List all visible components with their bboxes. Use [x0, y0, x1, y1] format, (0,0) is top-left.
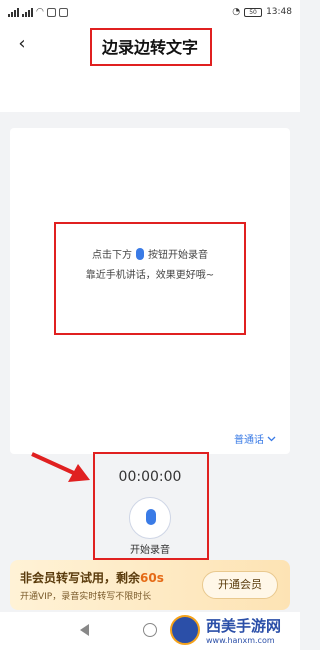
- page-title: 边录边转文字: [101, 38, 198, 57]
- nav-bar: ‹ 边录边转文字: [0, 26, 300, 66]
- vip-remaining-time: 60s: [140, 571, 164, 585]
- record-button-label: 开始录音: [130, 545, 170, 556]
- microphone-icon: [146, 509, 156, 525]
- wifi-icon: ◠: [36, 7, 44, 17]
- hint-line1-post: 按钮开始录音: [148, 250, 208, 261]
- status-time: 13:48: [266, 7, 292, 17]
- header-spacer: [0, 66, 300, 112]
- language-label: 普通话: [234, 435, 264, 446]
- chevron-down-icon: [267, 436, 276, 441]
- mute-icon: ◔: [232, 7, 241, 17]
- vip-title: 非会员转写试用，剩余60s: [20, 569, 164, 586]
- language-select[interactable]: 普通话: [234, 431, 276, 446]
- nav-home-icon[interactable]: [143, 623, 157, 637]
- hint-line1-pre: 点击下方: [92, 250, 132, 261]
- notification-icon: [46, 7, 56, 17]
- mic-icon: [136, 248, 144, 260]
- status-bar: ◠ ◔ 50 13:48: [0, 0, 300, 26]
- vip-banner: 非会员转写试用，剩余60s 开通VIP，录音实时转写不限时长 开通会员: [10, 560, 290, 610]
- vip-title-text: 非会员转写试用，剩余: [20, 571, 141, 585]
- record-hint: 点击下方 按钮开始录音 靠近手机讲话，效果更好哦~: [10, 246, 290, 286]
- watermark-url: www.hanxm.com: [206, 636, 275, 645]
- battery-icon: 50: [244, 7, 263, 17]
- signal-icon: [8, 7, 19, 17]
- annotation-arrow-icon: [31, 452, 90, 482]
- hint-line2: 靠近手机讲话，效果更好哦~: [85, 270, 215, 281]
- vip-subtitle: 开通VIP，录音实时转写不限时长: [20, 592, 152, 602]
- nav-back-icon[interactable]: [80, 624, 89, 636]
- transcript-card: 点击下方 按钮开始录音 靠近手机讲话，效果更好哦~ 普通话: [10, 128, 290, 454]
- watermark: 西美手游网 www.hanxm.com: [168, 612, 298, 650]
- watermark-name: 西美手游网: [206, 617, 282, 635]
- signal-icon-2: [22, 7, 33, 17]
- open-vip-button[interactable]: 开通会员: [202, 571, 278, 599]
- app-icon: [58, 7, 68, 17]
- record-button[interactable]: [129, 497, 171, 539]
- watermark-logo-icon: [170, 615, 200, 645]
